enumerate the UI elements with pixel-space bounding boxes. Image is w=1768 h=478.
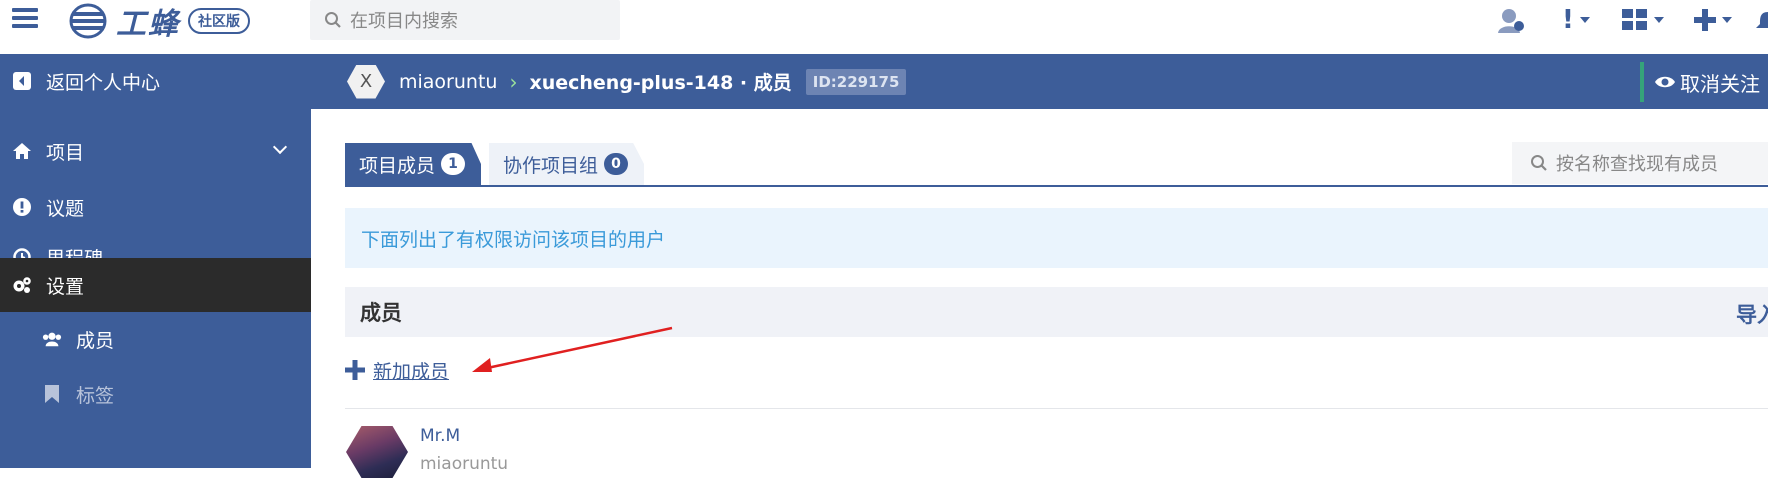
plus-icon (345, 360, 365, 380)
sidebar-item-back[interactable]: 返回个人中心 (0, 54, 311, 108)
users-icon (42, 329, 62, 349)
member-username: miaoruntu (420, 454, 509, 474)
user-support-icon[interactable] (1497, 4, 1525, 36)
sidebar-back-label: 返回个人中心 (46, 71, 161, 94)
apps-dropdown[interactable] (1622, 4, 1664, 36)
sidebar: 返回个人中心 项目 议题 里程碑 设置 成员 标签 (0, 54, 311, 468)
member-search-input[interactable]: 按名称查找现有成员 (1512, 142, 1768, 184)
back-square-icon (12, 71, 32, 91)
sidebar-item-issues[interactable]: 议题 (0, 180, 311, 234)
user-avatar-badge[interactable]: X (347, 64, 385, 99)
sidebar-item-members[interactable]: 成员 (0, 312, 311, 366)
search-icon (1531, 155, 1547, 171)
top-bar: 工蜂 社区版 在项目内搜索 ! (0, 0, 1768, 54)
breadcrumb-user[interactable]: miaoruntu (399, 71, 497, 93)
tab-label: 项目成员 (359, 154, 436, 177)
tab-project-members[interactable]: 项目成员 1 (345, 143, 482, 185)
member-avatar[interactable] (346, 426, 408, 478)
project-id-badge: ID:229175 (805, 68, 907, 95)
unfollow-label: 取消关注 (1680, 71, 1760, 96)
sidebar-item-label: 标签 (76, 384, 115, 407)
search-icon (325, 12, 341, 28)
member-name[interactable]: Mr.M (420, 426, 460, 446)
menu-icon[interactable] (12, 5, 38, 33)
plus-icon (1694, 9, 1716, 31)
breadcrumb: X miaoruntu › xuecheng-plus-148 · 成员 ID:… (311, 54, 1768, 109)
home-icon (12, 141, 32, 161)
sidebar-item-label: 议题 (46, 197, 85, 220)
chevron-down-icon (272, 139, 288, 155)
exclamation-icon: ! (1562, 5, 1574, 35)
sidebar-item-project[interactable]: 项目 (0, 124, 311, 178)
logo-mark-icon (68, 3, 108, 39)
count-badge: 0 (604, 153, 629, 175)
sidebar-item-settings[interactable]: 设置 (0, 258, 311, 312)
breadcrumb-project[interactable]: xuecheng-plus-148 · 成员 (529, 68, 791, 95)
create-dropdown[interactable] (1694, 4, 1732, 36)
brand-name: 工蜂 (116, 7, 180, 42)
member-search-placeholder: 按名称查找现有成员 (1556, 154, 1718, 175)
search-placeholder: 在项目内搜索 (350, 11, 458, 32)
count-badge: 1 (441, 153, 466, 175)
alert-icon (12, 197, 32, 217)
annotation-arrow (472, 326, 673, 372)
search-input[interactable]: 在项目内搜索 (310, 0, 620, 40)
sidebar-item-label: 项目 (46, 141, 85, 164)
unfollow-button[interactable]: 取消关注 (1640, 62, 1768, 102)
members-heading: 成员 (360, 301, 402, 325)
breadcrumb-separator: › (509, 69, 518, 94)
divider (345, 408, 1768, 409)
tab-label: 协作项目组 (503, 154, 599, 177)
add-member-label: 新加成员 (373, 360, 450, 383)
import-link[interactable]: 导入 (1736, 299, 1768, 329)
grid-icon (1622, 9, 1647, 30)
info-text: 下面列出了有权限访问该项目的用户 (361, 228, 666, 251)
sidebar-item-label: 设置 (46, 275, 85, 298)
info-banner: 下面列出了有权限访问该项目的用户 (345, 208, 1768, 268)
edition-badge: 社区版 (188, 8, 250, 34)
member-tabs: 项目成员 1 协作项目组 0 (345, 143, 652, 185)
bookmark-icon (42, 384, 62, 404)
add-member-button[interactable]: 新加成员 (345, 352, 449, 388)
sidebar-item-labels[interactable]: 标签 (0, 367, 311, 421)
tab-collab-groups[interactable]: 协作项目组 0 (489, 143, 645, 185)
bell-icon[interactable] (1756, 4, 1768, 36)
tab-underline (345, 185, 1768, 187)
issues-dropdown[interactable]: ! (1562, 4, 1590, 36)
sidebar-item-label: 成员 (76, 329, 115, 352)
logo[interactable]: 工蜂 社区版 (68, 2, 250, 42)
eye-icon (1655, 76, 1675, 88)
gears-icon (12, 275, 32, 295)
